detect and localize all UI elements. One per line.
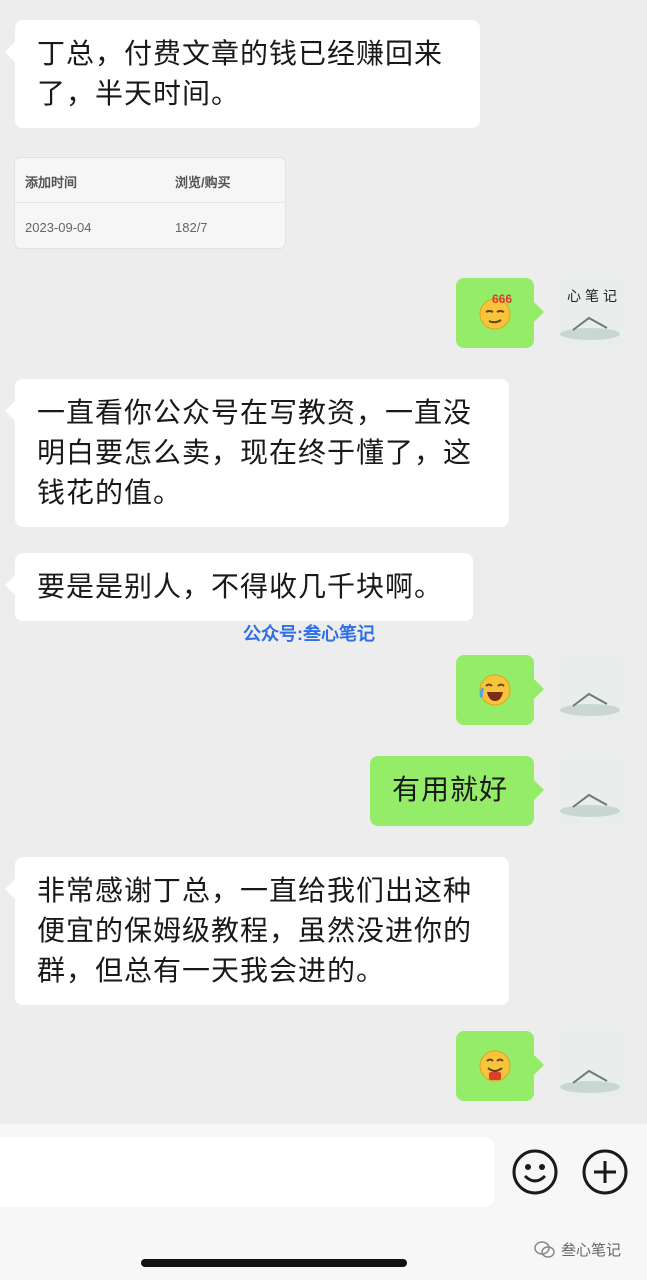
avatar-caption: 心笔记 — [567, 289, 621, 305]
ink-painting-avatar-icon — [555, 1031, 626, 1102]
ink-painting-avatar-icon — [555, 654, 626, 725]
avatar[interactable] — [555, 755, 626, 826]
ink-painting-avatar-icon — [555, 755, 626, 826]
stats-card[interactable]: 添加时间 浏览/购买 2023-09-04 182/7 — [14, 157, 286, 249]
sticker-badge: 666 — [492, 292, 513, 306]
sticker-message-3[interactable] — [456, 1031, 544, 1101]
input-bar: 叁心笔记 — [0, 1124, 647, 1280]
header-added-time: 添加时间 — [25, 175, 78, 190]
home-indicator[interactable] — [141, 1259, 407, 1267]
plus-icon[interactable] — [581, 1148, 629, 1196]
cell-views-purchases: 182/7 — [175, 220, 208, 235]
sticker-message-1[interactable]: 666 — [456, 278, 544, 348]
wechat-icon — [534, 1240, 555, 1258]
cell-date: 2023-09-04 — [25, 220, 92, 235]
message-text: 要是是别人，不得收几千块啊。 — [37, 570, 444, 603]
avatar[interactable] — [555, 1031, 626, 1102]
message-input[interactable] — [0, 1137, 494, 1207]
message-text: 一直看你公众号在写教资，一直没明白要怎么卖，现在终于懂了，这钱花的值。 — [37, 396, 473, 509]
hugging-face-icon — [479, 1050, 511, 1082]
avatar[interactable] — [555, 654, 626, 725]
message-bubble-4[interactable]: 有用就好 — [370, 756, 544, 826]
sticker-message-2[interactable] — [456, 655, 544, 725]
message-bubble-1[interactable]: 丁总，付费文章的钱已经赚回来了，半天时间。 — [5, 20, 480, 128]
message-bubble-2[interactable]: 一直看你公众号在写教资，一直没明白要怎么卖，现在终于懂了，这钱花的值。 — [5, 379, 509, 527]
emoji-icon[interactable] — [511, 1148, 559, 1196]
laughing-tears-face-icon — [479, 674, 511, 706]
message-bubble-5[interactable]: 非常感谢丁总，一直给我们出这种便宜的保姆级教程，虽然没进你的群，但总有一天我会进… — [5, 857, 509, 1005]
message-bubble-3[interactable]: 要是是别人，不得收几千块啊。 — [5, 553, 473, 621]
brand-watermark: 叁心笔记 — [534, 1239, 621, 1260]
message-text: 非常感谢丁总，一直给我们出这种便宜的保姆级教程，虽然没进你的群，但总有一天我会进… — [37, 874, 473, 987]
watermark: 公众号:叁心笔记 — [243, 624, 375, 644]
brand-text: 叁心笔记 — [561, 1241, 622, 1259]
avatar[interactable]: 心笔记 — [555, 278, 626, 349]
message-text: 丁总，付费文章的钱已经赚回来了，半天时间。 — [37, 37, 444, 110]
header-views-purchases: 浏览/购买 — [175, 175, 231, 190]
message-text: 有用就好 — [392, 773, 509, 806]
